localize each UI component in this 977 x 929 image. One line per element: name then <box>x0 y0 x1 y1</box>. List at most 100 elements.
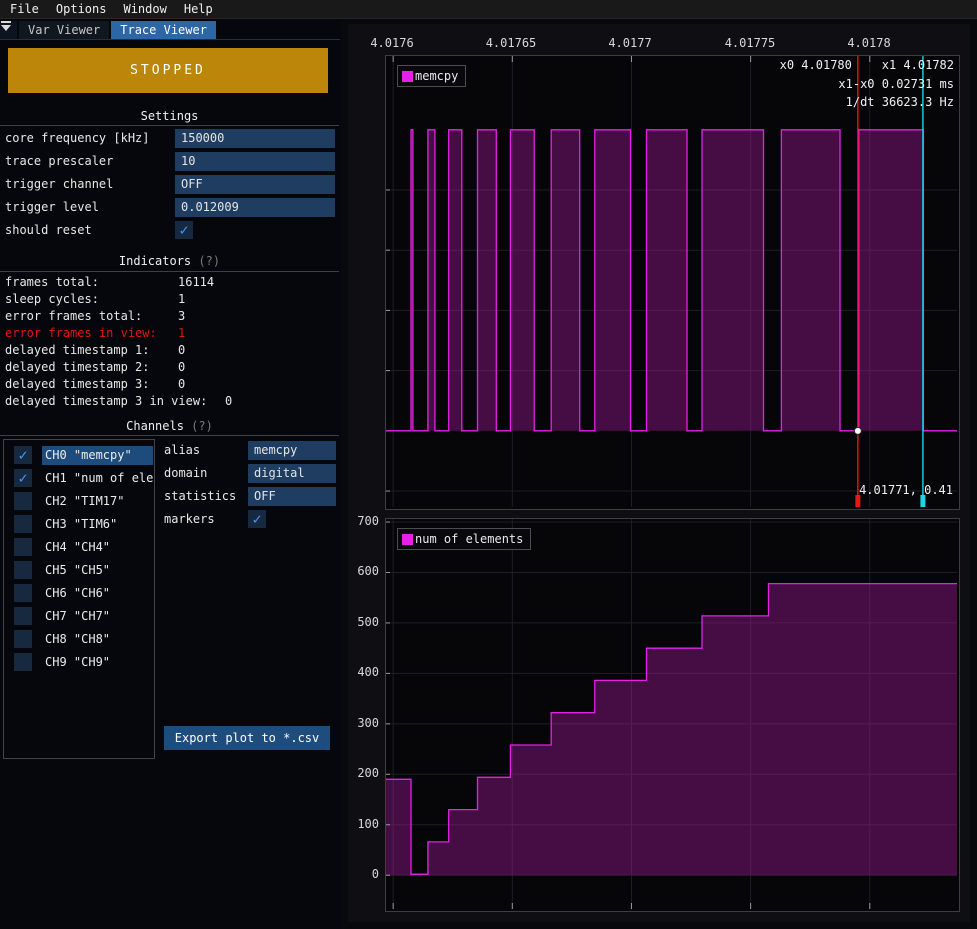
delayed-ts3-in-view-value: 0 <box>225 394 232 411</box>
x-tick-label: 4.0177 <box>608 36 651 50</box>
indicator-row: delayed timestamp 3:0 <box>0 377 339 394</box>
staircase-plot-canvas[interactable] <box>386 519 957 909</box>
core-frequency-input[interactable]: 150000 <box>175 129 335 148</box>
y-tick-label: 100 <box>357 817 379 831</box>
y-tick-label: 300 <box>357 716 379 730</box>
should-reset-label: should reset <box>5 223 92 237</box>
statistics-select[interactable]: OFF <box>248 487 336 506</box>
y-tick-label: 400 <box>357 665 379 679</box>
y-tick-label: 600 <box>357 564 379 578</box>
alias-label: alias <box>164 443 200 457</box>
marker-delta-label: x1-x0 0.02731 ms <box>838 77 954 91</box>
ch6-checkbox[interactable]: ✓ <box>14 584 32 602</box>
ch8-checkbox[interactable]: ✓ <box>14 630 32 648</box>
sleep-cycles-value: 1 <box>178 292 185 309</box>
y-tick-label: 0 <box>372 867 379 881</box>
menu-window[interactable]: Window <box>123 2 166 16</box>
core-frequency-label: core frequency [kHz] <box>5 131 150 145</box>
trace-prescaler-input[interactable]: 10 <box>175 152 335 171</box>
ch9-checkbox[interactable]: ✓ <box>14 653 32 671</box>
error-frames-in-view-value: 1 <box>178 326 185 343</box>
statistics-label: statistics <box>164 489 236 503</box>
setting-row: core frequency [kHz] 150000 <box>0 129 339 148</box>
top-plot-x-axis-labels: 4.01764.017654.01774.017754.0178 <box>385 36 960 50</box>
trace-prescaler-label: trace prescaler <box>5 154 113 168</box>
ch4-checkbox[interactable]: ✓ <box>14 538 32 556</box>
setting-row: should reset ✓ <box>0 221 339 240</box>
menu-bar: File Options Window Help <box>0 0 977 19</box>
legend-label: num of elements <box>415 532 523 546</box>
mouse-position-readout: 4.01771, 0.41 <box>859 483 953 497</box>
channel-row-ch6[interactable]: ✓CH6 "CH6" <box>11 584 151 603</box>
markers-row: markers ✓ <box>0 510 339 529</box>
trigger-channel-select[interactable]: OFF <box>175 175 335 194</box>
tab-list-button[interactable] <box>0 21 17 39</box>
export-csv-button[interactable]: Export plot to *.csv <box>164 726 330 750</box>
indicator-row: delayed timestamp 3 in view:0 <box>0 394 339 411</box>
setting-row: trigger channel OFF <box>0 175 339 194</box>
channel-row-ch4[interactable]: ✓CH4 "CH4" <box>11 538 151 557</box>
digital-trace-plot-legend[interactable]: memcpy <box>397 65 466 87</box>
indicator-row: sleep cycles:1 <box>0 292 339 309</box>
alias-input[interactable]: memcpy <box>248 441 336 460</box>
menu-file[interactable]: File <box>10 2 39 16</box>
indicators-header: Indicators (?) <box>0 254 339 268</box>
should-reset-checkbox[interactable]: ✓ <box>175 221 193 239</box>
marker-x0-label: x0 4.01780 <box>780 58 852 72</box>
num-of-elements-plot[interactable]: num of elements <box>385 518 960 912</box>
error-frames-total-value: 3 <box>178 309 185 326</box>
chevron-down-icon <box>0 20 12 32</box>
domain-select[interactable]: digital <box>248 464 336 483</box>
markers-checkbox[interactable]: ✓ <box>248 510 266 528</box>
ch5-checkbox[interactable]: ✓ <box>14 561 32 579</box>
digital-trace-plot-canvas[interactable] <box>386 56 957 507</box>
trace-viewer-sidebar: STOPPED Settings core frequency [kHz] 15… <box>0 40 339 929</box>
legend-swatch-icon <box>402 71 413 82</box>
trigger-level-label: trigger level <box>5 200 99 214</box>
legend-swatch-icon <box>402 534 413 545</box>
x-tick-label: 4.0178 <box>847 36 890 50</box>
menu-help[interactable]: Help <box>184 2 213 16</box>
stopped-button[interactable]: STOPPED <box>8 48 328 93</box>
memcpy-plot[interactable]: x0 4.01780 x1 4.01782 x1-x0 0.02731 ms 1/dt… <box>385 55 960 510</box>
channel-row-ch7[interactable]: ✓CH7 "CH7" <box>11 607 151 626</box>
domain-label: domain <box>164 466 207 480</box>
statistics-row: statistics OFF <box>0 487 339 506</box>
indicator-row: delayed timestamp 1:0 <box>0 343 339 360</box>
alias-row: alias memcpy <box>0 441 339 460</box>
y-tick-label: 500 <box>357 615 379 629</box>
indicator-row: frames total:16114 <box>0 275 339 292</box>
separator <box>0 125 339 126</box>
x-tick-label: 4.01775 <box>725 36 776 50</box>
markers-label: markers <box>164 512 215 526</box>
bottom-plot-y-axis-labels: 0100200300400500600700 <box>341 518 382 912</box>
domain-row: domain digital <box>0 464 339 483</box>
channels-help-icon[interactable]: (?) <box>191 419 213 433</box>
trigger-level-input[interactable]: 0.012009 <box>175 198 335 217</box>
setting-row: trigger level 0.012009 <box>0 198 339 217</box>
indicators-help-icon[interactable]: (?) <box>198 254 220 268</box>
delayed-ts1-value: 0 <box>178 343 185 360</box>
frames-total-value: 16114 <box>178 275 214 292</box>
indicator-row: error frames total:3 <box>0 309 339 326</box>
separator <box>0 271 339 272</box>
channel-row-ch9[interactable]: ✓CH9 "CH9" <box>11 653 151 672</box>
tab-var-viewer[interactable]: Var Viewer <box>19 21 109 39</box>
x-tick-label: 4.0176 <box>370 36 413 50</box>
ch7-checkbox[interactable]: ✓ <box>14 607 32 625</box>
marker-freq-label: 1/dt 36623.3 Hz <box>846 95 954 109</box>
y-tick-label: 700 <box>357 514 379 528</box>
tab-bar: Var Viewer Trace Viewer <box>0 20 218 39</box>
indicator-row-error: error frames in view:1 <box>0 326 339 343</box>
indicator-row: delayed timestamp 2:0 <box>0 360 339 377</box>
channel-row-ch5[interactable]: ✓CH5 "CH5" <box>11 561 151 580</box>
marker-x1-label: x1 4.01782 <box>882 58 954 72</box>
tab-trace-viewer[interactable]: Trace Viewer <box>111 21 216 39</box>
channel-row-ch8[interactable]: ✓CH8 "CH8" <box>11 630 151 649</box>
menu-options[interactable]: Options <box>56 2 107 16</box>
legend-label: memcpy <box>415 69 458 83</box>
staircase-plot-legend[interactable]: num of elements <box>397 528 531 550</box>
setting-row: trace prescaler 10 <box>0 152 339 171</box>
settings-header: Settings <box>0 109 339 123</box>
delayed-ts3-value: 0 <box>178 377 185 394</box>
